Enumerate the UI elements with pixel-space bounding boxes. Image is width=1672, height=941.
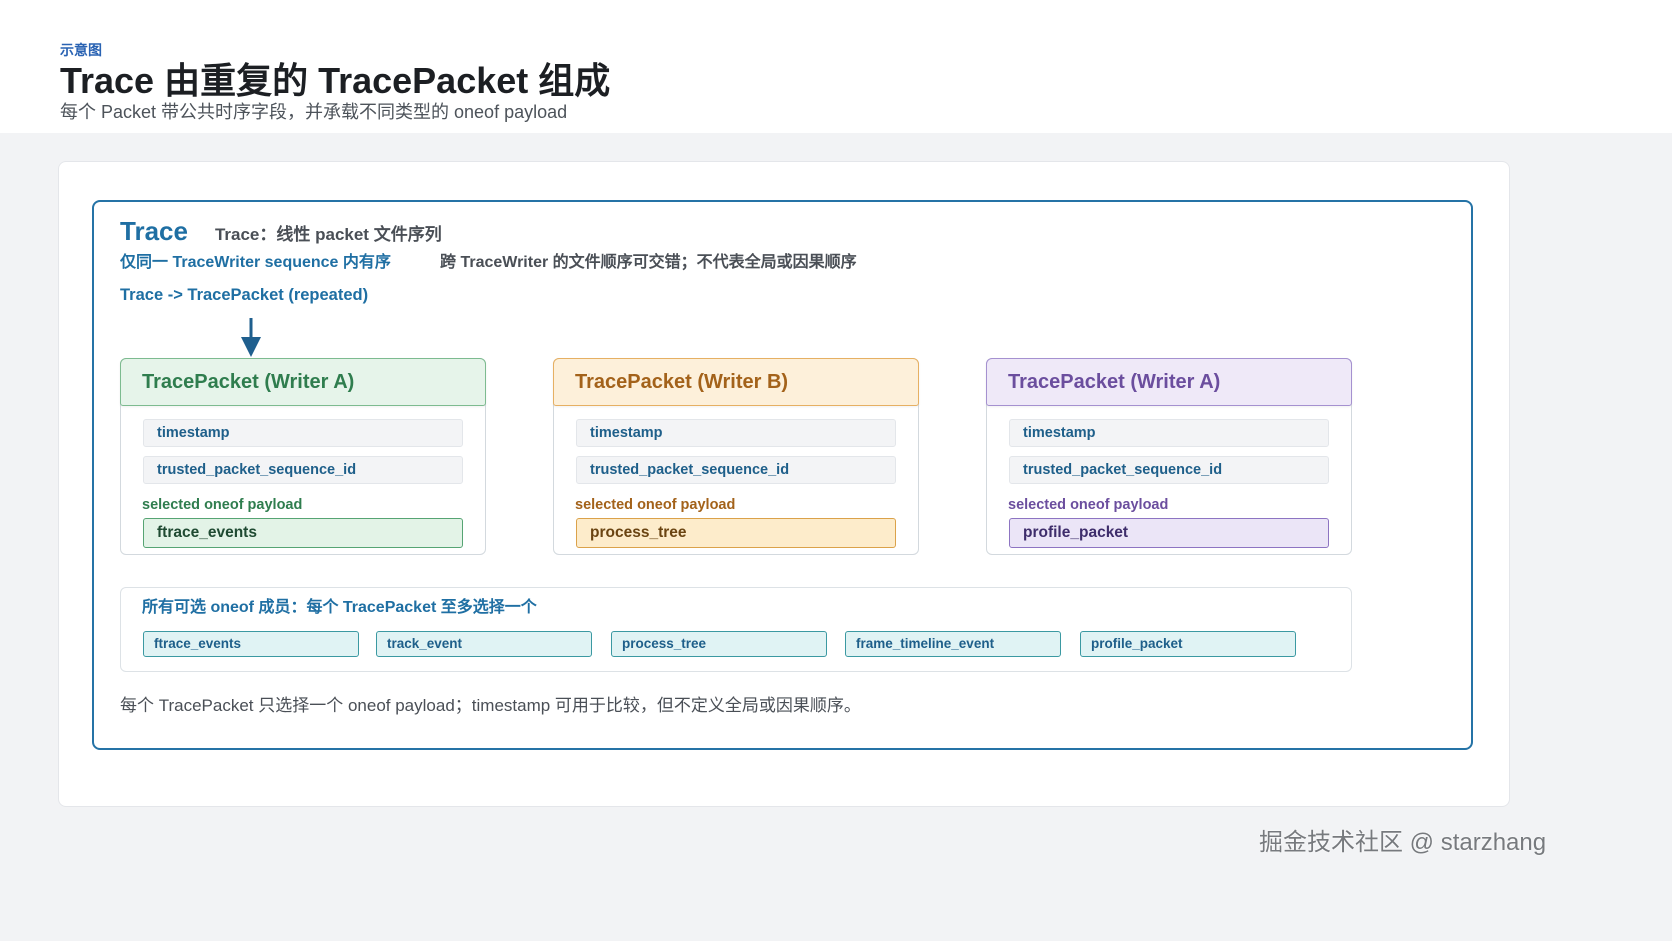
field-trusted-packet-sequence-id: trusted_packet_sequence_id [1009, 456, 1329, 484]
trace-heading: Trace Trace：线性 packet 文件序列 [120, 216, 442, 246]
packet-title: TracePacket (Writer A) [1008, 371, 1221, 393]
diagram-card: Trace Trace：线性 packet 文件序列 仅同一 TraceWrit… [58, 161, 1510, 807]
packet-header: TracePacket (Writer B) [553, 358, 919, 406]
oneof-members-panel: 所有可选 oneof 成员：每个 TracePacket 至多选择一个 ftra… [120, 587, 1352, 672]
order-note: 仅同一 TraceWriter sequence 内有序 [120, 254, 391, 271]
watermark: 掘金技术社区 @ starzhang [1259, 829, 1547, 856]
diagram-eyebrow: 示意图 [60, 42, 102, 58]
payload-value: process_tree [576, 518, 896, 548]
payload-value: profile_packet [1009, 518, 1329, 548]
field-trusted-packet-sequence-id: trusted_packet_sequence_id [143, 456, 463, 484]
oneof-members-title: 所有可选 oneof 成员：每个 TracePacket 至多选择一个 [142, 599, 537, 616]
arrow-down-icon [241, 318, 261, 357]
trace-container: Trace Trace：线性 packet 文件序列 仅同一 TraceWrit… [92, 200, 1473, 750]
field-timestamp: timestamp [143, 419, 463, 447]
trace-label: Trace [120, 216, 188, 246]
relation-label: Trace -> TracePacket (repeated) [120, 286, 369, 304]
page-subtitle: 每个 Packet 带公共时序字段，并承载不同类型的 oneof payload [60, 102, 568, 122]
oneof-member-chip: process_tree [611, 631, 827, 657]
interleave-note: 跨 TraceWriter 的文件顺序可交错；不代表全局或因果顺序 [440, 254, 857, 271]
header-band: 示意图 Trace 由重复的 TracePacket 组成 每个 Packet … [0, 0, 1672, 133]
payload-label: selected oneof payload [575, 497, 736, 513]
packet-header: TracePacket (Writer A) [120, 358, 486, 406]
oneof-member-chip: ftrace_events [143, 631, 359, 657]
packet-card-writer-a: TracePacket (Writer A) timestamp trusted… [120, 358, 486, 555]
payload-label: selected oneof payload [1008, 497, 1169, 513]
field-timestamp: timestamp [1009, 419, 1329, 447]
packet-header: TracePacket (Writer A) [986, 358, 1352, 406]
trace-description: Trace：线性 packet 文件序列 [214, 225, 442, 244]
page-title: Trace 由重复的 TracePacket 组成 [60, 60, 611, 101]
footer-note: 每个 TracePacket 只选择一个 oneof payload；times… [120, 696, 861, 715]
packet-title: TracePacket (Writer B) [575, 371, 789, 393]
oneof-member-chip: track_event [376, 631, 592, 657]
packet-card-writer-a-second: TracePacket (Writer A) timestamp trusted… [986, 358, 1352, 555]
field-trusted-packet-sequence-id: trusted_packet_sequence_id [576, 456, 896, 484]
packet-card-writer-b: TracePacket (Writer B) timestamp trusted… [553, 358, 919, 555]
payload-label: selected oneof payload [142, 497, 303, 513]
oneof-member-chip: frame_timeline_event [845, 631, 1061, 657]
oneof-member-chip: profile_packet [1080, 631, 1296, 657]
packet-title: TracePacket (Writer A) [142, 371, 355, 393]
payload-value: ftrace_events [143, 518, 463, 548]
field-timestamp: timestamp [576, 419, 896, 447]
